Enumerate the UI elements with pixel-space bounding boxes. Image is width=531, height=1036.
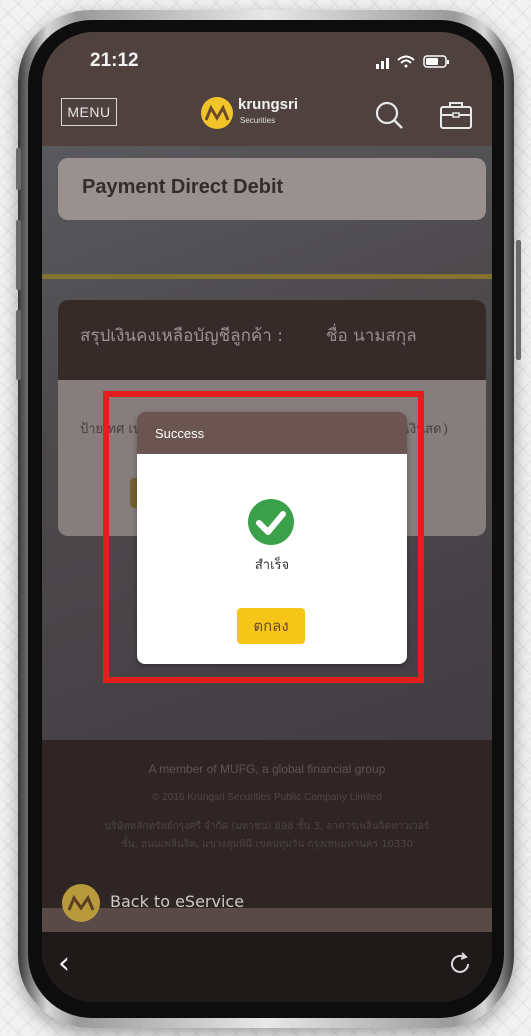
battery-icon [423,55,449,68]
footer-member: A member of MUFG, a global financial gro… [148,762,386,776]
krungsri-small-logo-icon [62,884,100,922]
chevron-left-icon[interactable]: ‹ [58,946,70,981]
menu-button[interactable]: MENU [61,98,117,126]
footer-address: บริษัทหลักทรัพย์กรุงศรี จำกัด (มหาชน) 89… [104,821,430,850]
briefcase-icon[interactable] [438,98,474,132]
back-to-eservice-link[interactable]: Back to eService [62,884,362,922]
browser-nav-bar: ‹ [42,932,492,1002]
footer-copyright: © 2016 Krungsri Securities Public Compan… [152,792,382,803]
krungsri-logo: krungsri Securities [200,94,320,134]
phone-power-button [516,240,521,360]
phone-volume-up [16,220,21,290]
krungsri-logo-icon [201,97,233,129]
reload-icon[interactable] [446,950,474,978]
wifi-icon [397,55,415,68]
signal-icon [376,58,389,69]
logo-name: krungsri [238,96,299,113]
search-icon[interactable] [372,98,408,132]
back-to-eservice-label: Back to eService [110,892,245,911]
logo-subtitle: Securities [240,116,276,125]
phone-side-button [16,148,21,190]
status-icons [376,55,449,69]
highlight-box [103,391,424,683]
status-time: 21:12 [90,50,139,71]
footer: A member of MUFG, a global financial gro… [42,740,492,908]
status-bar: 21:12 [42,32,492,88]
app-header: MENU krungsri Securities [42,88,492,146]
phone-volume-down [16,310,21,380]
